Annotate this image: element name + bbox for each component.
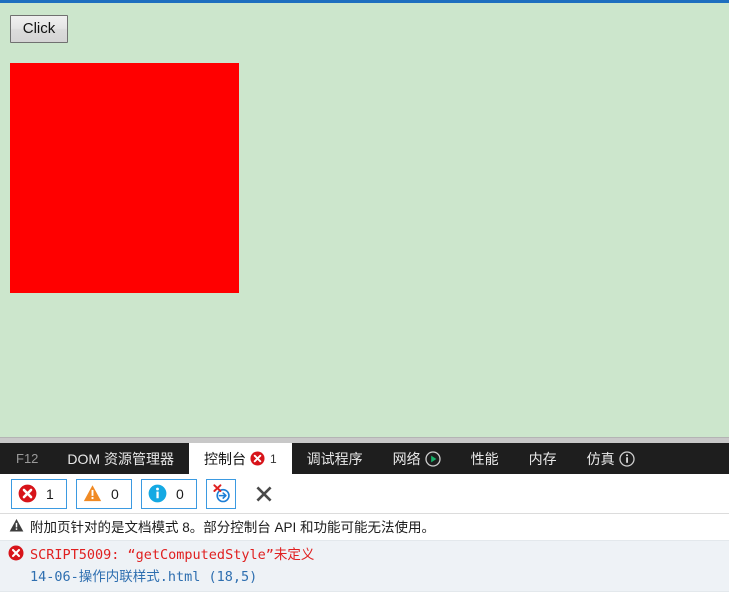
error-circle-icon	[18, 484, 37, 503]
tab-label-f12: F12	[16, 451, 39, 466]
warning-message-text: 附加页针对的是文档模式 8。部分控制台 API 和功能可能无法使用。	[30, 520, 436, 535]
console-message-error[interactable]: SCRIPT5009: “getComputedStyle”未定义 14-06-…	[0, 541, 729, 592]
tab-label-network: 网络	[392, 450, 421, 467]
tab-console-badge: 1	[269, 451, 277, 466]
devtools-tabstrip: F12 DOM 资源管理器 控制台 1 调试程序 网络 性能 内存 仿真	[0, 443, 729, 474]
error-filter-button[interactable]: 1	[11, 478, 67, 509]
tab-label-dom-explorer: DOM 资源管理器	[67, 450, 174, 467]
tab-performance[interactable]: 性能	[456, 443, 514, 474]
tab-label-console: 控制台	[203, 450, 246, 467]
tab-label-debugger: 调试程序	[306, 450, 363, 467]
info-count: 0	[176, 485, 184, 502]
click-button[interactable]: Click	[10, 15, 68, 43]
error-message-text: SCRIPT5009: “getComputedStyle”未定义	[30, 547, 315, 563]
info-icon	[619, 450, 635, 467]
console-toolbar: 1 0 0	[0, 474, 729, 514]
tab-console[interactable]: 控制台 1	[188, 443, 292, 474]
error-source-link[interactable]: 14-06-操作内联样式.html (18,5)	[30, 567, 723, 588]
close-x-icon	[256, 485, 272, 502]
warning-triangle-icon	[6, 517, 26, 533]
tab-memory[interactable]: 内存	[514, 443, 572, 474]
tab-label-performance: 性能	[470, 450, 499, 467]
console-message-warning[interactable]: 附加页针对的是文档模式 8。部分控制台 API 和功能可能无法使用。	[0, 514, 729, 541]
warning-count: 0	[111, 485, 119, 502]
page-viewport: Click	[0, 0, 729, 437]
info-circle-icon	[148, 484, 167, 503]
warning-filter-button[interactable]: 0	[76, 478, 132, 509]
console-output: 附加页针对的是文档模式 8。部分控制台 API 和功能可能无法使用。 SCRIP…	[0, 514, 729, 592]
play-icon	[425, 450, 441, 467]
tab-network[interactable]: 网络	[378, 443, 456, 474]
info-filter-button[interactable]: 0	[141, 478, 197, 509]
tab-f12: F12	[0, 443, 52, 474]
clear-console-button[interactable]	[248, 478, 280, 510]
tab-debugger[interactable]: 调试程序	[292, 443, 378, 474]
devtools-panel: F12 DOM 资源管理器 控制台 1 调试程序 网络 性能 内存 仿真 1 0…	[0, 443, 729, 603]
app-root: Click F12 DOM 资源管理器 控制台 1 调试程序 网络 性能 内存 …	[0, 0, 729, 603]
tab-emulation[interactable]: 仿真	[572, 443, 650, 474]
error-icon	[250, 451, 265, 466]
tab-label-memory: 内存	[528, 450, 557, 467]
red-square[interactable]	[10, 63, 239, 293]
tab-label-emulation: 仿真	[586, 450, 615, 467]
error-circle-icon	[6, 544, 26, 561]
clear-on-navigate-icon[interactable]	[206, 478, 236, 509]
warning-triangle-icon	[83, 484, 102, 503]
tab-dom-explorer[interactable]: DOM 资源管理器	[52, 443, 189, 474]
error-count: 1	[46, 485, 54, 502]
